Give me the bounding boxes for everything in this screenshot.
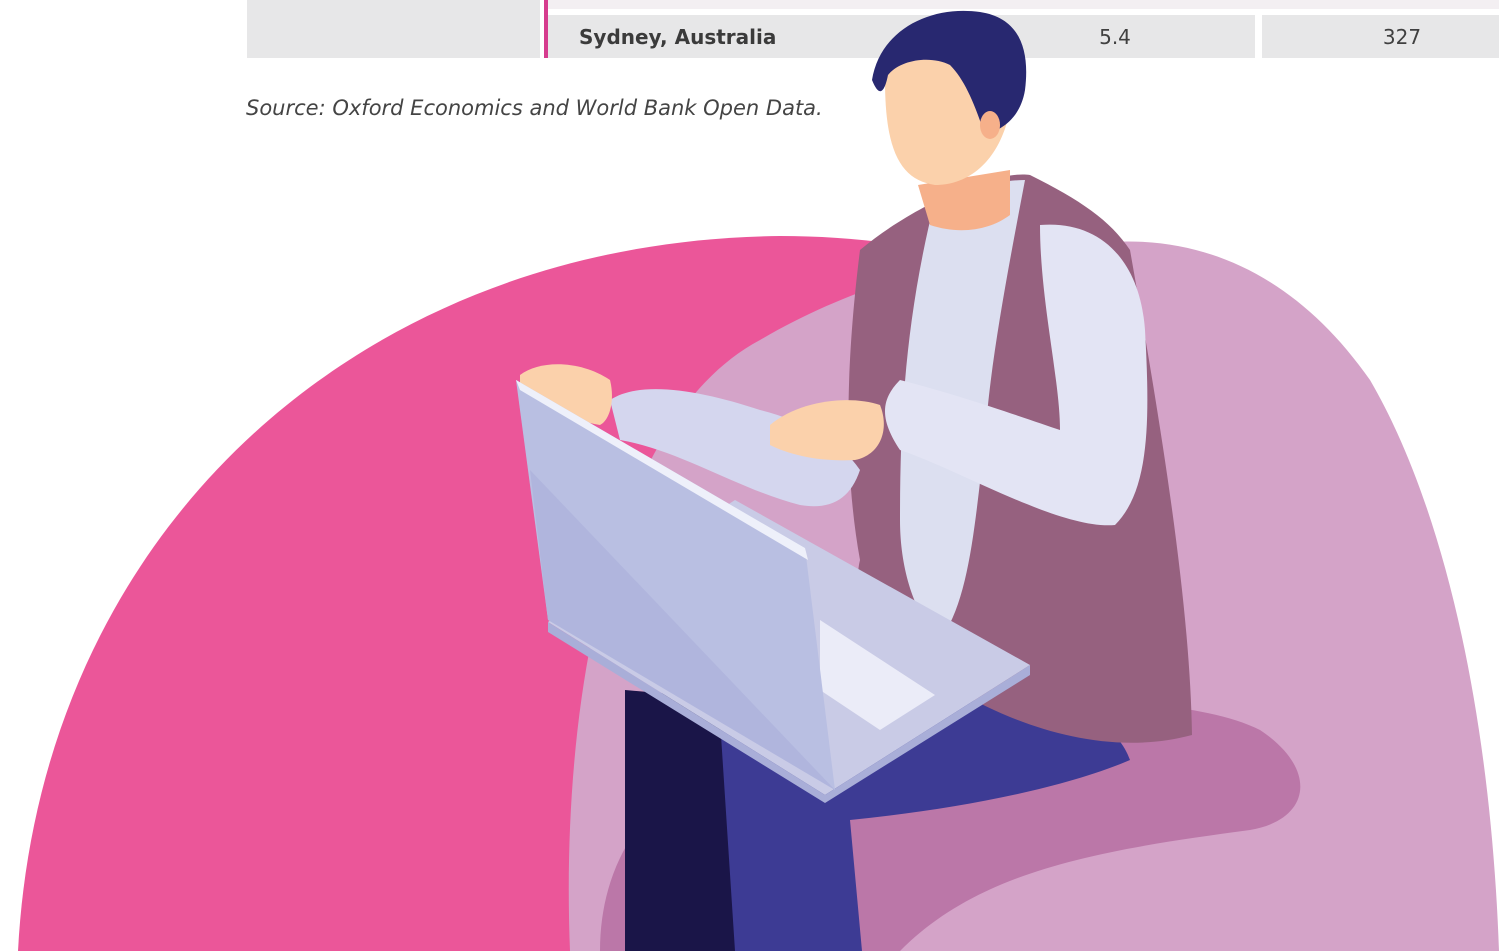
person-with-laptop-illustration: [18, 10, 1499, 951]
ear-shape: [980, 111, 1000, 139]
